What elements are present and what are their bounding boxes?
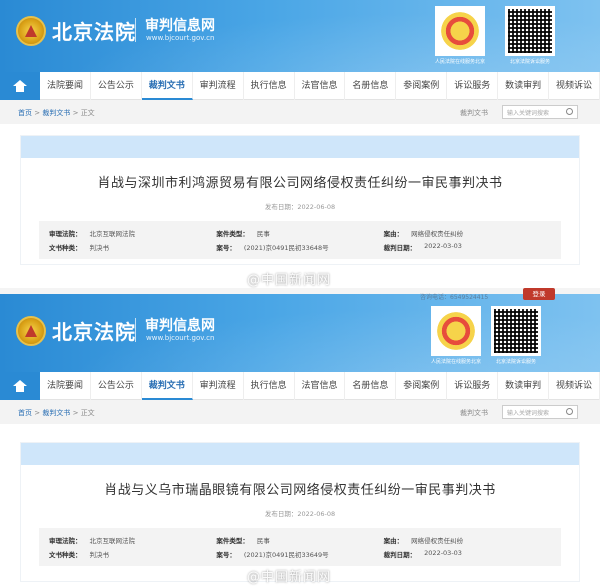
document-title: 肖战与义乌市瑞晶眼镜有限公司网络侵权责任纠纷一审民事判决书 (104, 483, 496, 498)
sub-bar: 首页 > 裁判文书 > 正文 裁判文书 输入关键词搜索 (0, 400, 600, 424)
case-info-table: 审理法院： 北京互联网法院 案件类型： 民事 案由： 网络侵权责任纠纷 文书种类： 判决… (39, 221, 561, 259)
court-value: 北京互联网法院 (89, 537, 136, 545)
site-banner: 北京法院 审判信息网 www.bjcourt.gov.cn 人民法院在线服务北京… (0, 0, 600, 72)
nav-item-rosters[interactable]: 名册信息 (345, 71, 397, 100)
qr-caption: 人民法院在线服务北京 (430, 359, 481, 365)
breadcrumb-sep: > (72, 409, 79, 417)
nav-item-reference-cases[interactable]: 参阅案例 (396, 71, 448, 100)
card-header (21, 136, 579, 158)
nav-item-video[interactable]: 视频诉讼 (549, 371, 600, 400)
search-icon[interactable] (566, 408, 573, 415)
breadcrumb-current: 正文 (80, 109, 95, 117)
nav-item-news[interactable]: 法院要闻 (40, 71, 91, 100)
home-button[interactable] (0, 371, 40, 400)
breadcrumb-sep: > (34, 109, 41, 117)
court-emblem-icon (16, 316, 46, 346)
court-name[interactable]: 北京法院 (52, 316, 136, 345)
search-scope[interactable]: 裁判文书 (460, 408, 488, 418)
case-type-value: 民事 (256, 230, 270, 238)
login-button[interactable]: 登录 (523, 288, 555, 300)
main-nav: 法院要闻 公告公示 裁判文书 审判流程 执行信息 法官信息 名册信息 参阅案例 … (0, 371, 600, 400)
nav-item-rosters[interactable]: 名册信息 (345, 371, 397, 400)
header-divider (135, 18, 136, 42)
breadcrumb-sep: > (34, 409, 41, 417)
search-scope[interactable]: 裁判文书 (460, 108, 488, 118)
qr-code-icon (508, 9, 552, 53)
qr-code-icon (494, 309, 538, 353)
nav-item-data[interactable]: 数读审判 (498, 371, 550, 400)
home-icon (13, 79, 27, 92)
nav-item-notices[interactable]: 公告公示 (91, 371, 142, 400)
watermark: @中国新闻网 (247, 570, 332, 585)
court-value: 北京互联网法院 (89, 230, 136, 238)
publish-date: 发布日期：2022-06-08 (264, 203, 336, 211)
screenshot-top: 北京法院 审判信息网 www.bjcourt.gov.cn 人民法院在线服务北京… (0, 0, 600, 288)
watermark: @中国新闻网 (247, 273, 332, 288)
breadcrumb-section[interactable]: 裁判文书 (42, 409, 70, 417)
breadcrumb-home[interactable]: 首页 (18, 109, 32, 117)
site-name[interactable]: 审判信息网 (145, 15, 215, 35)
qr-code-service[interactable]: 人民法院在线服务北京 (428, 306, 484, 365)
app-qr-icon (438, 9, 482, 53)
nav-item-notices[interactable]: 公告公示 (91, 71, 142, 100)
qr-code-service[interactable]: 人民法院在线服务北京 (432, 6, 488, 65)
app-qr-icon (434, 309, 478, 353)
case-number-value: (2021)京0491民初33648号 (243, 244, 329, 252)
main-nav: 法院要闻 公告公示 裁判文书 审判流程 执行信息 法官信息 名册信息 参阅案例 … (0, 71, 600, 100)
site-url: www.bjcourt.gov.cn (146, 34, 215, 42)
publish-date: 发布日期：2022-06-08 (264, 510, 336, 518)
nav-item-judgments[interactable]: 裁判文书 (141, 71, 193, 100)
nav-item-news[interactable]: 法院要闻 (40, 371, 91, 400)
header-divider (135, 318, 136, 342)
nav-item-litigation[interactable]: 诉讼服务 (447, 71, 499, 100)
site-name[interactable]: 审判信息网 (145, 315, 215, 335)
nav-item-judgments[interactable]: 裁判文书 (141, 371, 193, 400)
nav-item-execution[interactable]: 执行信息 (244, 371, 295, 400)
site-url: www.bjcourt.gov.cn (146, 334, 215, 342)
home-button[interactable] (0, 71, 40, 100)
document-title: 肖战与深圳市利鸿源贸易有限公司网络侵权责任纠纷一审民事判决书 (97, 176, 503, 191)
qr-code-litigation[interactable]: 北京法院诉讼服务 (488, 306, 544, 365)
qr-caption: 北京法院诉讼服务 (509, 59, 550, 65)
nav-item-execution[interactable]: 执行信息 (244, 71, 295, 100)
doc-type-value: 判决书 (89, 551, 110, 559)
nav-item-video[interactable]: 视频诉讼 (549, 71, 600, 100)
case-number-value: (2021)京0491民初33649号 (243, 551, 329, 559)
nav-item-data[interactable]: 数读审判 (498, 71, 550, 100)
court-emblem-icon (16, 16, 46, 46)
cause-value: 网络侵权责任纠纷 (411, 230, 464, 238)
nav-item-trial-process[interactable]: 审判流程 (193, 71, 244, 100)
search-icon[interactable] (566, 108, 573, 115)
sub-bar: 首页 > 裁判文书 > 正文 裁判文书 输入关键词搜索 (0, 100, 600, 124)
screenshot-bottom: 北京法院 审判信息网 www.bjcourt.gov.cn 人民法院在线服务北京… (0, 294, 600, 588)
qr-caption: 北京法院诉讼服务 (495, 359, 536, 365)
judgment-card: 肖战与义乌市瑞晶眼镜有限公司网络侵权责任纠纷一审民事判决书 发布日期：2022-… (20, 442, 580, 582)
court-name[interactable]: 北京法院 (52, 16, 136, 45)
nav-item-reference-cases[interactable]: 参阅案例 (396, 371, 448, 400)
breadcrumb: 首页 > 裁判文书 > 正文 (18, 408, 95, 418)
home-icon (13, 379, 27, 392)
cause-value: 网络侵权责任纠纷 (411, 537, 464, 545)
judgment-card: 肖战与深圳市利鸿源贸易有限公司网络侵权责任纠纷一审民事判决书 发布日期：2022… (20, 135, 580, 265)
nav-item-trial-process[interactable]: 审判流程 (193, 371, 244, 400)
breadcrumb-current: 正文 (80, 409, 95, 417)
doc-type-value: 判决书 (89, 244, 110, 252)
judgment-date-value: 2022-03-03 (424, 242, 462, 250)
nav-item-judges[interactable]: 法官信息 (295, 371, 346, 400)
breadcrumb-sep: > (72, 109, 79, 117)
case-info-table: 审理法院： 北京互联网法院 案件类型： 民事 案由： 网络侵权责任纠纷 文书种类： 判决… (39, 528, 561, 566)
nav-item-judges[interactable]: 法官信息 (295, 71, 346, 100)
consult-phone: 咨询电话：65495244​15 (420, 294, 489, 301)
breadcrumb-home[interactable]: 首页 (18, 409, 32, 417)
judgment-date-value: 2022-03-03 (424, 549, 462, 557)
qr-caption: 人民法院在线服务北京 (434, 59, 485, 65)
case-type-value: 民事 (256, 537, 270, 545)
nav-item-litigation[interactable]: 诉讼服务 (447, 371, 499, 400)
breadcrumb: 首页 > 裁判文书 > 正文 (18, 108, 95, 118)
breadcrumb-section[interactable]: 裁判文书 (42, 109, 70, 117)
card-header (21, 443, 579, 465)
site-banner: 北京法院 审判信息网 www.bjcourt.gov.cn 人民法院在线服务北京… (0, 294, 600, 372)
qr-code-litigation[interactable]: 北京法院诉讼服务 (502, 6, 558, 65)
